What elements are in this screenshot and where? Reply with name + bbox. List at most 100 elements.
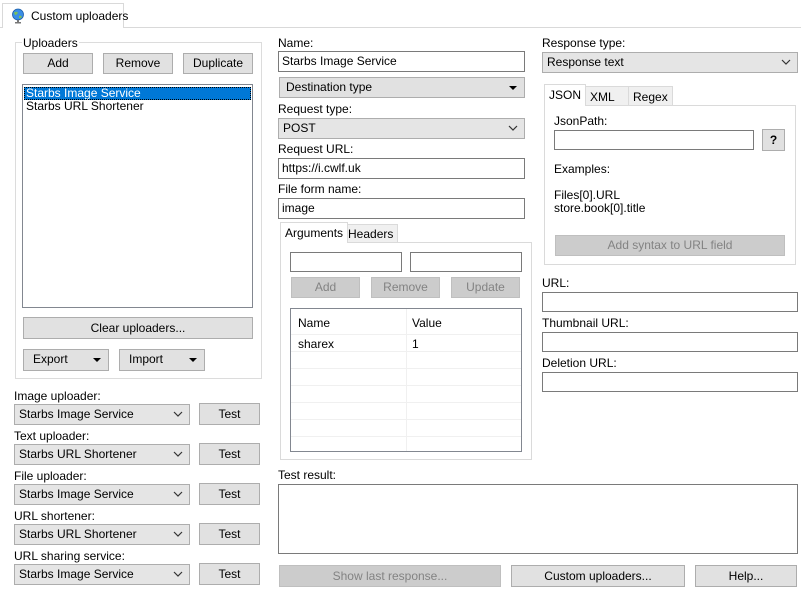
thumbnail-url-input[interactable] xyxy=(542,332,798,352)
request-type-label: Request type: xyxy=(278,102,353,116)
uploaders-list[interactable]: Starbs Image Service Starbs URL Shortene… xyxy=(22,84,253,308)
table-cell-name[interactable]: sharex xyxy=(298,337,334,351)
tab-headers-label: Headers xyxy=(348,227,394,241)
example-1: Files[0].URL xyxy=(554,188,621,202)
add-uploader-button[interactable]: Add xyxy=(23,53,93,74)
deletion-url-label: Deletion URL: xyxy=(542,356,617,370)
destination-type-label: Destination type xyxy=(286,80,373,94)
jsonpath-input[interactable] xyxy=(554,130,754,150)
response-type-select[interactable]: Response text xyxy=(542,52,798,73)
argument-value-input[interactable] xyxy=(410,252,522,272)
tab-regex-label: Regex xyxy=(633,90,668,104)
url-sharing-value: Starbs Image Service xyxy=(19,567,134,581)
chevron-down-icon xyxy=(173,571,183,577)
tab-custom-uploaders[interactable]: Custom uploaders xyxy=(2,3,128,28)
jsonpath-help-button[interactable]: ? xyxy=(762,129,785,151)
chevron-down-icon xyxy=(781,59,791,65)
url-shortener-select[interactable]: Starbs URL Shortener xyxy=(14,524,190,545)
grid-line xyxy=(291,351,521,352)
name-label: Name: xyxy=(278,36,314,50)
example-2: store.book[0].title xyxy=(554,201,646,215)
import-label: Import xyxy=(129,352,164,366)
tab-arguments[interactable]: Arguments xyxy=(280,222,349,243)
file-uploader-select[interactable]: Starbs Image Service xyxy=(14,484,190,505)
response-type-label: Response type: xyxy=(542,36,626,50)
image-uploader-select[interactable]: Starbs Image Service xyxy=(14,404,190,425)
chevron-down-icon xyxy=(173,411,183,417)
table-cell-value[interactable]: 1 xyxy=(412,337,419,351)
tab-json[interactable]: JSON xyxy=(544,84,587,106)
text-uploader-label: Text uploader: xyxy=(14,429,90,443)
grid-line xyxy=(291,368,521,369)
file-uploader-value: Starbs Image Service xyxy=(19,487,134,501)
clear-uploaders-button[interactable]: Clear uploaders... xyxy=(23,317,253,339)
request-type-value: POST xyxy=(283,121,316,135)
list-item[interactable]: Starbs URL Shortener xyxy=(24,100,251,113)
test-text-uploader-button[interactable]: Test xyxy=(199,443,260,465)
column-divider xyxy=(406,309,407,451)
duplicate-uploader-button[interactable]: Duplicate xyxy=(183,53,253,74)
arguments-listview[interactable]: Name Value sharex 1 xyxy=(290,308,522,452)
add-argument-button[interactable]: Add xyxy=(291,277,360,298)
file-uploader-label: File uploader: xyxy=(14,469,87,483)
tab-json-label: JSON xyxy=(549,88,582,102)
argument-name-input[interactable] xyxy=(290,252,402,272)
request-url-label: Request URL: xyxy=(278,142,354,156)
url-label: URL: xyxy=(542,276,570,290)
tab-regex[interactable]: Regex xyxy=(628,86,673,106)
request-url-input[interactable]: https://i.cwlf.uk xyxy=(278,158,525,179)
add-syntax-button[interactable]: Add syntax to URL field xyxy=(555,235,785,256)
grid-line xyxy=(291,385,521,386)
request-type-select[interactable]: POST xyxy=(278,118,525,139)
grid-line xyxy=(291,419,521,420)
grid-line xyxy=(291,436,521,437)
grid-line xyxy=(291,402,521,403)
dropdown-arrow-icon xyxy=(509,86,517,90)
dropdown-arrow-icon xyxy=(189,358,197,362)
text-uploader-select[interactable]: Starbs URL Shortener xyxy=(14,444,190,465)
tab-xml[interactable]: XML xyxy=(585,86,630,106)
update-argument-button[interactable]: Update xyxy=(451,277,520,298)
uploaders-group-label: Uploaders xyxy=(22,36,79,50)
test-result-textbox[interactable] xyxy=(278,484,798,554)
custom-uploaders-button[interactable]: Custom uploaders... xyxy=(511,565,685,587)
tab-label: Custom uploaders xyxy=(31,9,129,23)
test-result-label: Test result: xyxy=(278,468,337,482)
jsonpath-label: JsonPath: xyxy=(554,114,608,128)
examples-label: Examples: xyxy=(554,162,611,176)
tab-arguments-label: Arguments xyxy=(285,226,344,240)
url-sharing-select[interactable]: Starbs Image Service xyxy=(14,564,190,585)
url-sharing-label: URL sharing service: xyxy=(14,549,125,563)
text-uploader-value: Starbs URL Shortener xyxy=(19,447,137,461)
url-input[interactable] xyxy=(542,292,798,312)
grid-line xyxy=(291,334,521,335)
file-form-name-input[interactable]: image xyxy=(278,198,525,219)
chevron-down-icon xyxy=(173,491,183,497)
destination-type-button[interactable]: Destination type xyxy=(279,77,525,98)
globe-icon xyxy=(10,8,26,24)
column-header-value[interactable]: Value xyxy=(412,316,442,330)
remove-argument-button[interactable]: Remove xyxy=(371,277,440,298)
name-input[interactable]: Starbs Image Service xyxy=(278,51,525,72)
column-header-name[interactable]: Name xyxy=(298,316,330,330)
test-file-uploader-button[interactable]: Test xyxy=(199,483,260,505)
test-url-shortener-button[interactable]: Test xyxy=(199,523,260,545)
export-label: Export xyxy=(33,352,68,366)
chevron-down-icon xyxy=(508,125,518,131)
thumbnail-url-label: Thumbnail URL: xyxy=(542,316,629,330)
test-image-uploader-button[interactable]: Test xyxy=(199,403,260,425)
test-url-sharing-button[interactable]: Test xyxy=(199,563,260,585)
image-uploader-value: Starbs Image Service xyxy=(19,407,134,421)
deletion-url-input[interactable] xyxy=(542,372,798,392)
help-button[interactable]: Help... xyxy=(695,565,797,587)
url-shortener-value: Starbs URL Shortener xyxy=(19,527,137,541)
remove-uploader-button[interactable]: Remove xyxy=(103,53,173,74)
file-form-name-label: File form name: xyxy=(278,182,362,196)
dropdown-arrow-icon xyxy=(93,358,101,362)
show-last-response-button[interactable]: Show last response... xyxy=(279,565,501,587)
chevron-down-icon xyxy=(173,451,183,457)
tab-headers[interactable]: Headers xyxy=(343,224,399,243)
image-uploader-label: Image uploader: xyxy=(14,389,101,403)
import-button[interactable]: Import xyxy=(119,349,205,371)
export-button[interactable]: Export xyxy=(23,349,109,371)
